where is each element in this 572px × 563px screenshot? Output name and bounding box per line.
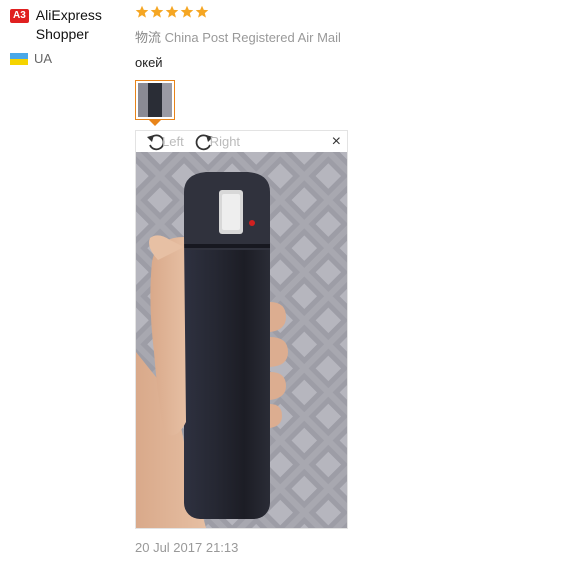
rotate-left-button[interactable]: Left xyxy=(146,132,184,152)
logistics-prefix: 物流 xyxy=(135,30,162,45)
review-text: окей xyxy=(135,55,163,70)
star-icon xyxy=(165,5,179,18)
rotate-right-button[interactable]: Right xyxy=(194,132,240,152)
review-photo-thumbnail[interactable] xyxy=(135,80,175,120)
star-icon xyxy=(195,5,209,18)
close-viewer-button[interactable]: × xyxy=(332,133,341,151)
reviewer-country: UA xyxy=(10,51,130,66)
logistics-info: 物流 China Post Registered Air Mail xyxy=(135,27,435,46)
thumbnail-pointer xyxy=(149,120,161,126)
star-icon xyxy=(150,5,164,18)
review-photo xyxy=(136,152,347,528)
ukraine-flag-icon xyxy=(10,52,28,65)
reviewer-info: A3 AliExpress Shopper UA xyxy=(10,6,130,66)
rotate-right-label: Right xyxy=(209,134,241,149)
buyer-level-badge: A3 xyxy=(10,9,29,23)
star-icon xyxy=(135,5,149,18)
review-body: 物流 China Post Registered Air Mail окей xyxy=(135,5,435,70)
reviewer-line: A3 AliExpress Shopper xyxy=(10,6,130,44)
review-date: 20 Jul 2017 21:13 xyxy=(135,540,239,555)
reviewer-name: AliExpress Shopper xyxy=(35,7,102,42)
rotate-left-label: Left xyxy=(162,134,184,149)
thumbnail-image xyxy=(138,83,172,117)
logistics-method: China Post Registered Air Mail xyxy=(164,30,341,45)
viewer-toolbar: Left Right × xyxy=(136,131,347,152)
star-icon xyxy=(180,5,194,18)
star-rating xyxy=(135,5,435,19)
country-code: UA xyxy=(34,51,53,66)
photo-viewer: Left Right × xyxy=(135,130,348,529)
